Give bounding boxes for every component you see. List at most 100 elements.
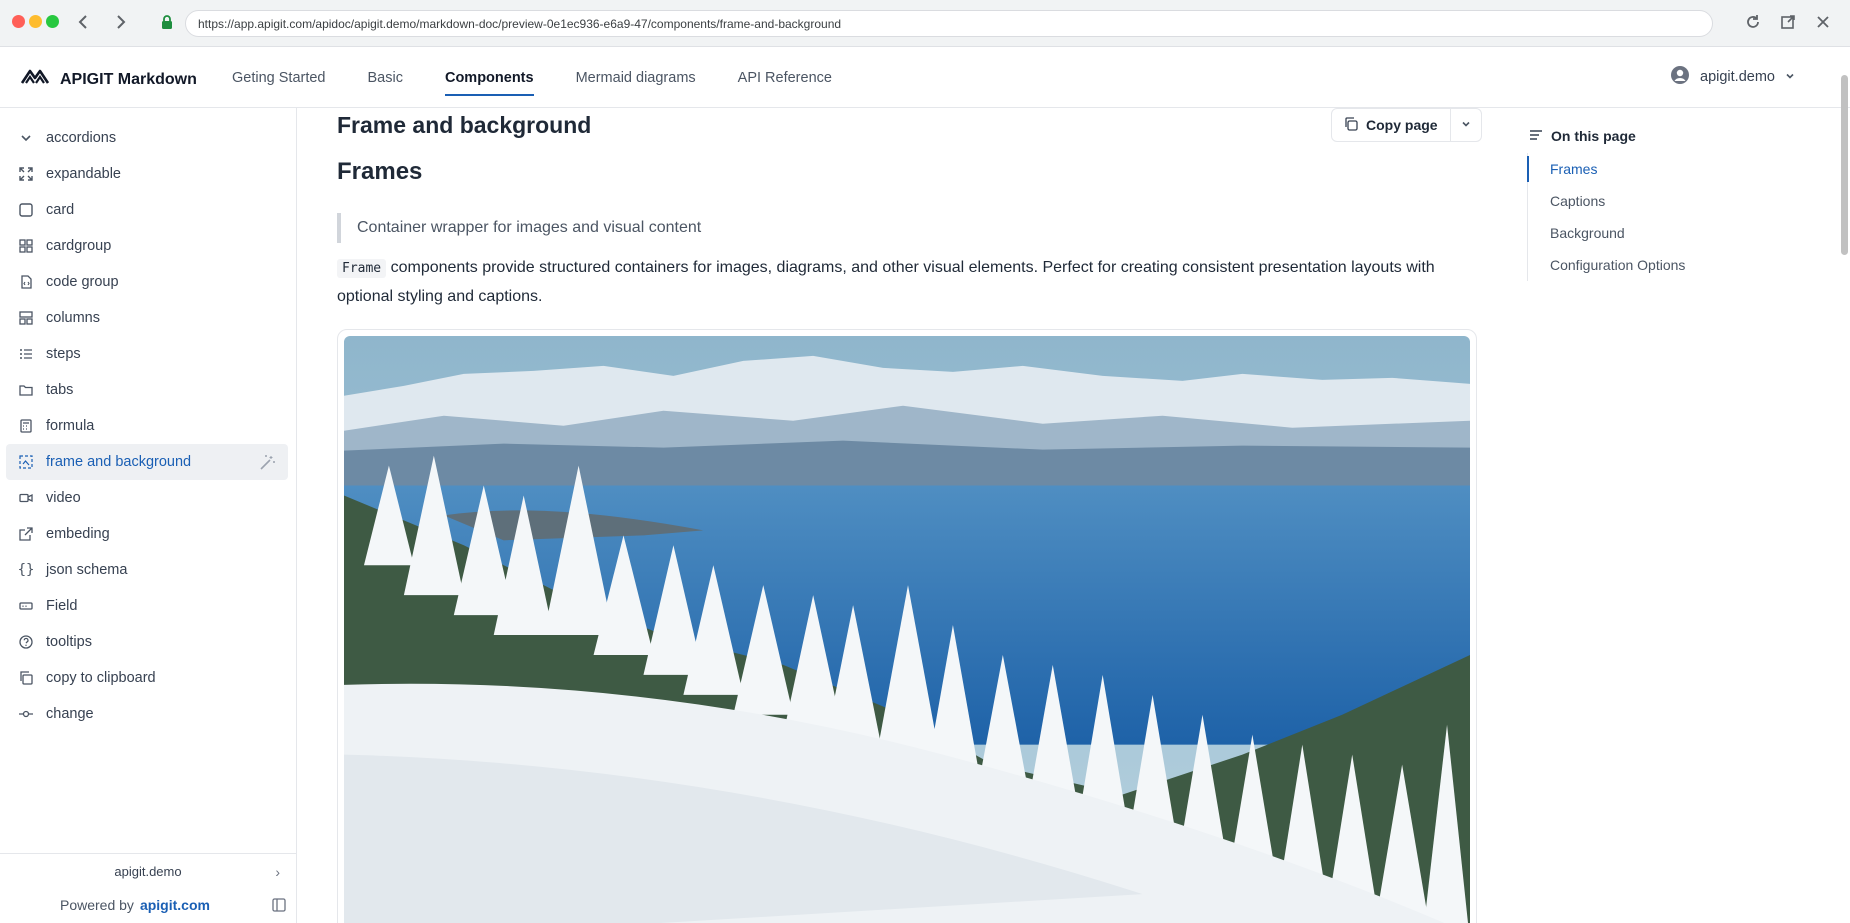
sidebar-item-card[interactable]: card: [6, 192, 288, 228]
help-circle-icon: [18, 634, 34, 650]
sidebar-item-code-group[interactable]: code group: [6, 264, 288, 300]
apigit-logo-icon: [20, 65, 50, 94]
sidebar-item-label: change: [46, 706, 94, 722]
intro-paragraph: Frame components provide structured cont…: [337, 254, 1467, 311]
magic-wand-icon[interactable]: [258, 454, 276, 472]
calculator-icon: [18, 418, 34, 434]
square-icon: [18, 202, 34, 218]
blockquote-text: Container wrapper for images and visual …: [357, 219, 702, 236]
user-name: apigit.demo: [1700, 69, 1775, 85]
chevron-down-icon: [18, 130, 34, 146]
toc-item-configuration-options[interactable]: Configuration Options: [1528, 249, 1685, 281]
powered-by-label: Powered by: [60, 897, 134, 913]
app-header: APIGIT Markdown Geting Started Basic Com…: [0, 47, 1850, 108]
intro-paragraph-text: components provide structured containers…: [337, 259, 1435, 305]
sidebar-item-embeding[interactable]: embeding: [6, 516, 288, 552]
nav-getting-started[interactable]: Geting Started: [220, 47, 338, 108]
sidebar-item-label: tabs: [46, 382, 74, 398]
main-content: Frame and background Copy page Frames Co…: [297, 108, 1497, 923]
workspace-switcher[interactable]: apigit.demo ›: [0, 854, 296, 888]
toc-heading: On this page: [1529, 128, 1636, 144]
sidebar-list: accordions expandable card cardgroup cod…: [0, 108, 296, 732]
toc-item-background[interactable]: Background: [1528, 217, 1685, 249]
sidebar-toggle-icon[interactable]: [272, 898, 288, 914]
sidebar-item-formula[interactable]: formula: [6, 408, 288, 444]
sidebar-item-tabs[interactable]: tabs: [6, 372, 288, 408]
sidebar-item-label: formula: [46, 418, 95, 434]
copy-options-dropdown[interactable]: [1451, 109, 1481, 141]
grid-icon: [18, 238, 34, 254]
copy-page-button[interactable]: Copy page: [1332, 109, 1451, 141]
sidebar-item-accordions[interactable]: accordions: [6, 120, 288, 156]
commit-icon: [18, 706, 34, 722]
frame-icon: [18, 454, 34, 470]
reload-icon[interactable]: [1742, 11, 1764, 33]
user-menu[interactable]: apigit.demo: [1670, 65, 1795, 89]
sidebar-item-frame-and-background[interactable]: frame and background: [6, 444, 288, 480]
sidebar-item-label: video: [46, 490, 81, 506]
page-scrollbar[interactable]: [1841, 75, 1848, 255]
external-link-icon: [18, 526, 34, 542]
chevron-down-icon: [1785, 69, 1795, 85]
sidebar-item-columns[interactable]: columns: [6, 300, 288, 336]
back-icon[interactable]: [72, 10, 96, 34]
sidebar-item-field[interactable]: Field: [6, 588, 288, 624]
sidebar-item-label: json schema: [46, 562, 128, 578]
expand-icon: [18, 166, 34, 182]
sidebar-item-copy-to-clipboard[interactable]: copy to clipboard: [6, 660, 288, 696]
sidebar-item-steps[interactable]: steps: [6, 336, 288, 372]
address-bar[interactable]: https://app.apigit.com/apidoc/apigit.dem…: [185, 10, 1713, 37]
sidebar-item-label: expandable: [46, 166, 121, 182]
sidebar-item-label: Field: [46, 598, 78, 614]
brand[interactable]: APIGIT Markdown: [20, 65, 197, 94]
window-minimize-button[interactable]: [29, 15, 42, 28]
sidebar-item-label: embeding: [46, 526, 110, 542]
toc-heading-label: On this page: [1551, 128, 1636, 144]
toc-list: Frames Captions Background Configuration…: [1526, 153, 1685, 281]
sidebar-item-label: steps: [46, 346, 81, 362]
powered-by: Powered by apigit.com: [60, 897, 210, 913]
powered-by-link[interactable]: apigit.com: [140, 897, 210, 913]
user-avatar-icon: [1670, 65, 1690, 89]
open-external-icon[interactable]: [1777, 11, 1799, 33]
window-maximize-button[interactable]: [46, 15, 59, 28]
copy-icon: [18, 670, 34, 686]
toc-item-captions[interactable]: Captions: [1528, 185, 1685, 217]
nav-api-reference[interactable]: API Reference: [726, 47, 844, 108]
list-icon: [1529, 128, 1543, 144]
columns-icon: [18, 310, 34, 326]
folder-icon: [18, 382, 34, 398]
sidebar-item-expandable[interactable]: expandable: [6, 156, 288, 192]
sidebar-item-json-schema[interactable]: {} json schema: [6, 552, 288, 588]
sidebar-item-label: copy to clipboard: [46, 670, 156, 686]
sidebar-item-video[interactable]: video: [6, 480, 288, 516]
sidebar-item-label: tooltips: [46, 634, 92, 650]
top-navigation: Geting Started Basic Components Mermaid …: [220, 47, 862, 108]
sidebar-item-change[interactable]: change: [6, 696, 288, 732]
sidebar-item-label: accordions: [46, 130, 117, 146]
copy-icon: [1344, 116, 1358, 134]
section-heading-frames: Frames: [337, 158, 423, 185]
blockquote: Container wrapper for images and visual …: [337, 213, 701, 243]
forward-icon[interactable]: [108, 10, 132, 34]
file-code-icon: [18, 274, 34, 290]
field-icon: [18, 598, 34, 614]
sidebar: accordions expandable card cardgroup cod…: [0, 108, 297, 923]
toc-item-frames[interactable]: Frames: [1526, 153, 1685, 185]
copy-page-group: Copy page: [1331, 108, 1482, 142]
landscape-image: [344, 336, 1470, 923]
window-close-button[interactable]: [12, 15, 25, 28]
sidebar-item-cardgroup[interactable]: cardgroup: [6, 228, 288, 264]
nav-components[interactable]: Components: [433, 47, 546, 108]
workspace-name: apigit.demo: [114, 863, 182, 879]
lock-icon: [160, 14, 176, 32]
close-icon[interactable]: [1812, 11, 1834, 33]
nav-mermaid-diagrams[interactable]: Mermaid diagrams: [564, 47, 708, 108]
nav-basic[interactable]: Basic: [356, 47, 415, 108]
image-frame: [337, 329, 1477, 923]
url-text: https://app.apigit.com/apidoc/apigit.dem…: [198, 16, 842, 31]
brand-name: APIGIT Markdown: [60, 70, 197, 88]
chevron-down-icon: [1461, 116, 1471, 134]
chevron-right-icon: ›: [275, 864, 280, 880]
sidebar-item-tooltips[interactable]: tooltips: [6, 624, 288, 660]
